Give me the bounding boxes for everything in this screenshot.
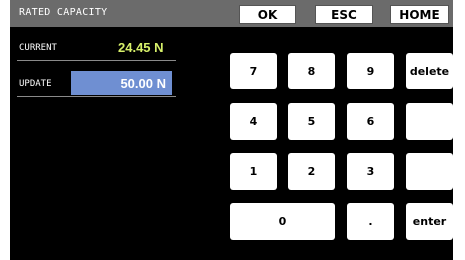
enter-key[interactable]: enter: [406, 203, 453, 240]
key-6[interactable]: 6: [347, 103, 394, 140]
home-button[interactable]: HOME: [390, 5, 449, 24]
key-4[interactable]: 4: [230, 103, 277, 140]
current-divider: [17, 60, 176, 61]
blank-key-2[interactable]: [406, 153, 453, 190]
device-screen: RATED CAPACITY OK ESC HOME CURRENT 24.45…: [10, 0, 453, 260]
title-bar: RATED CAPACITY OK ESC HOME: [10, 0, 453, 27]
current-value: 24.45 N: [118, 40, 164, 55]
key-2[interactable]: 2: [288, 153, 335, 190]
esc-button[interactable]: ESC: [315, 5, 373, 24]
page-title: RATED CAPACITY: [19, 7, 108, 18]
key-9[interactable]: 9: [347, 53, 394, 89]
key-7[interactable]: 7: [230, 53, 277, 89]
key-0[interactable]: 0: [230, 203, 335, 240]
key-3[interactable]: 3: [347, 153, 394, 190]
key-1[interactable]: 1: [230, 153, 277, 190]
update-label: UPDATE: [19, 79, 52, 89]
update-value-field[interactable]: 50.00 N: [71, 71, 172, 95]
key-5[interactable]: 5: [288, 103, 335, 140]
current-label: CURRENT: [19, 43, 57, 53]
decimal-key[interactable]: .: [347, 203, 394, 240]
ok-button[interactable]: OK: [239, 5, 296, 24]
blank-key-1[interactable]: [406, 103, 453, 140]
key-8[interactable]: 8: [288, 53, 335, 89]
update-divider: [17, 96, 176, 97]
delete-key[interactable]: delete: [406, 53, 453, 89]
